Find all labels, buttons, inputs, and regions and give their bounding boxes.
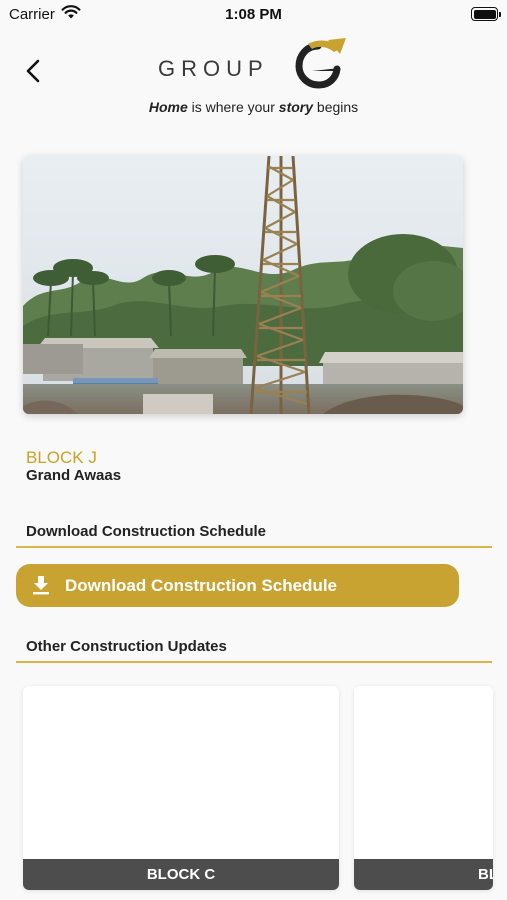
status-bar: Carrier 1:08 PM — [0, 0, 507, 28]
updates-section-heading: Other Construction Updates — [26, 638, 227, 655]
update-card-label: BLOCK — [354, 859, 493, 890]
logo-text: GROUP — [158, 56, 269, 81]
download-button-label: Download Construction Schedule — [65, 576, 338, 595]
back-button[interactable] — [20, 56, 48, 86]
tagline: Home is where your story begins — [0, 99, 507, 115]
update-card[interactable]: BLOCK — [354, 686, 493, 890]
download-icon — [33, 576, 49, 595]
clock: 1:08 PM — [225, 6, 282, 23]
construction-photo-image — [23, 156, 463, 414]
construction-photo — [23, 156, 463, 414]
tagline-end: begins — [313, 99, 359, 115]
battery-icon — [471, 7, 501, 21]
tagline-story: story — [278, 99, 314, 115]
project-name: Grand Awaas — [26, 467, 122, 484]
block-title: BLOCK J — [26, 448, 97, 467]
update-card-label: BLOCK C — [23, 859, 339, 890]
logo-g-mark-icon — [295, 38, 346, 89]
back-arrow-icon — [26, 59, 40, 83]
group-logo: GROUP — [158, 38, 358, 94]
download-schedule-button[interactable]: Download Construction Schedule — [16, 564, 459, 607]
updates-section-divider — [16, 661, 492, 663]
tagline-home: Home — [148, 99, 188, 115]
schedule-section-divider — [16, 546, 492, 548]
update-card[interactable]: BLOCK C — [23, 686, 339, 890]
tagline-middle: is where your — [187, 99, 279, 115]
schedule-section-heading: Download Construction Schedule — [26, 523, 267, 540]
